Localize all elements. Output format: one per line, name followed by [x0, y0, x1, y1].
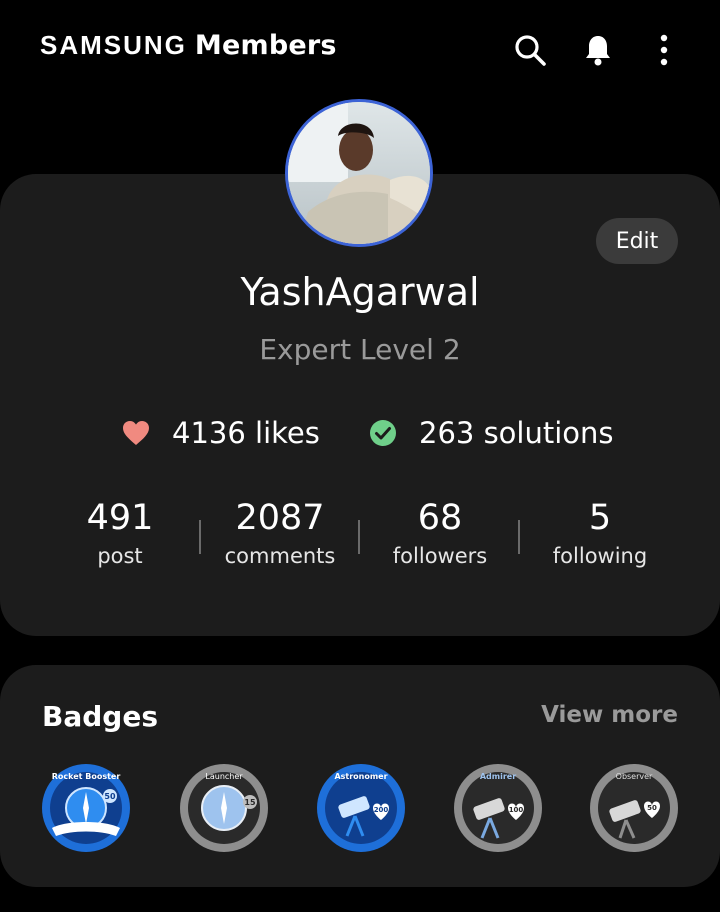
- following-label: following: [552, 544, 648, 568]
- badge-name: Admirer: [480, 772, 516, 781]
- following-count[interactable]: 5 following: [520, 496, 680, 568]
- badge-name: Astronomer: [334, 772, 387, 781]
- posts-count[interactable]: 491 post: [40, 496, 200, 568]
- badge-value: 15: [244, 798, 256, 807]
- search-icon[interactable]: [512, 32, 548, 68]
- posts-value: 491: [86, 498, 154, 538]
- likes-count: 4136 likes: [172, 416, 320, 450]
- badge-admirer[interactable]: 100 Admirer: [452, 762, 544, 854]
- badge-value: 200: [374, 806, 389, 814]
- divider: [358, 520, 360, 554]
- badge-value: 50: [647, 804, 657, 812]
- badges-title: Badges: [42, 700, 158, 733]
- badge-name: Rocket Booster: [52, 772, 121, 781]
- expert-level: Expert Level 2: [259, 333, 461, 366]
- badge-rocket-booster[interactable]: 50 Rocket Booster: [40, 762, 132, 854]
- followers-count[interactable]: 68 followers: [360, 496, 520, 568]
- badge-value: 100: [509, 806, 524, 814]
- edit-profile-button[interactable]: Edit: [596, 218, 678, 264]
- badge-name: Launcher: [205, 772, 243, 781]
- badge-name: Observer: [616, 772, 653, 781]
- posts-label: post: [97, 544, 143, 568]
- comments-value: 2087: [235, 498, 325, 538]
- solutions-stat: 263 solutions: [367, 412, 614, 454]
- comments-label: comments: [224, 544, 336, 568]
- followers-label: followers: [392, 544, 488, 568]
- heart-icon: [120, 417, 152, 449]
- top-app-bar: SAMSUNG Members: [0, 0, 720, 100]
- badge-observer[interactable]: 50 Observer: [588, 762, 680, 854]
- username: YashAgarwal: [240, 270, 480, 314]
- view-more-link[interactable]: View more: [541, 702, 678, 728]
- profile-counts: 491 post 2087 comments 68 followers 5 fo…: [40, 496, 680, 586]
- check-circle-icon: [367, 417, 399, 449]
- bell-icon[interactable]: [580, 32, 616, 68]
- following-value: 5: [588, 498, 612, 538]
- divider: [518, 520, 520, 554]
- brand-samsung: SAMSUNG: [40, 30, 187, 60]
- avatar[interactable]: [285, 99, 433, 247]
- divider: [199, 520, 201, 554]
- solutions-count: 263 solutions: [419, 416, 614, 450]
- badge-value: 50: [104, 792, 116, 801]
- badge-astronomer[interactable]: 200 Astronomer: [315, 762, 407, 854]
- more-vertical-icon[interactable]: [646, 32, 682, 68]
- brand-members: Members: [194, 30, 337, 61]
- badge-launcher[interactable]: 15 Launcher: [178, 762, 270, 854]
- followers-value: 68: [417, 498, 463, 538]
- comments-count[interactable]: 2087 comments: [200, 496, 360, 568]
- likes-stat: 4136 likes: [120, 412, 320, 454]
- app-title: SAMSUNG Members: [40, 30, 337, 61]
